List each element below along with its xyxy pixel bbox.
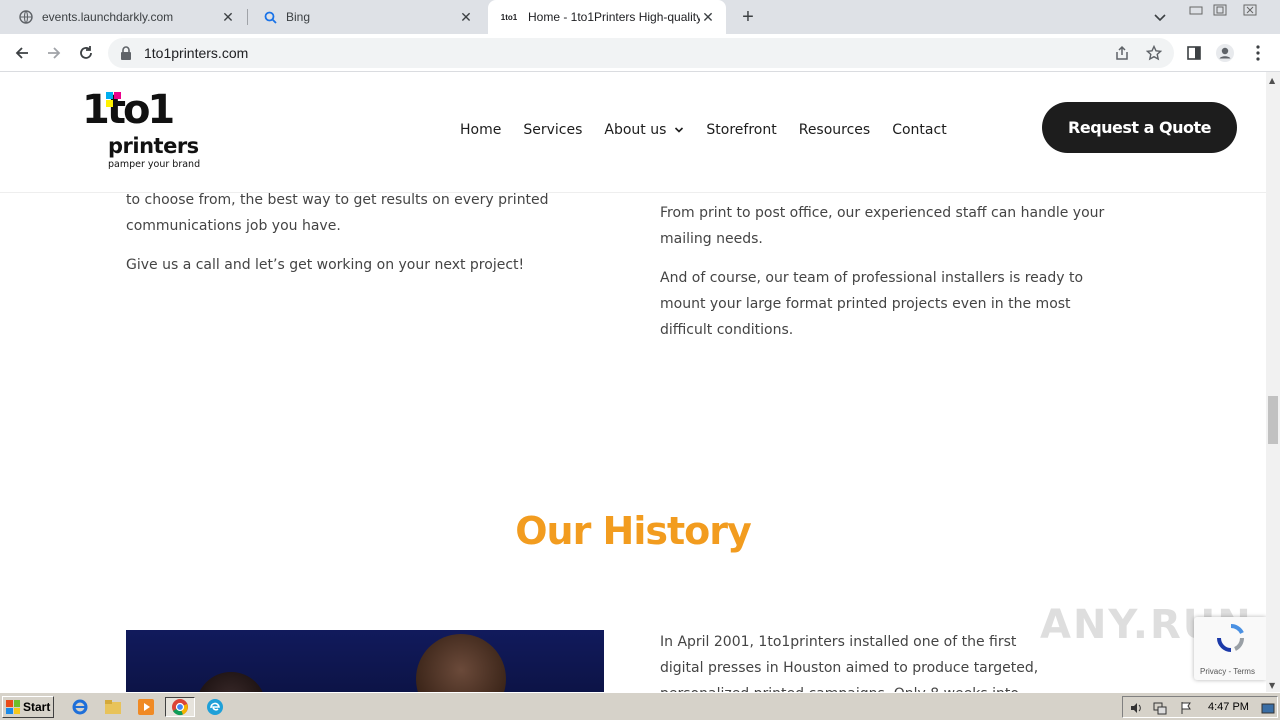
forward-arrow-icon[interactable] — [42, 41, 66, 65]
chrome-icon[interactable] — [165, 697, 195, 717]
edge-icon[interactable] — [204, 697, 226, 717]
browser-toolbar: 1to1printers.com — [0, 34, 1280, 72]
tab-launchdarkly[interactable]: events.launchdarkly.com ✕ — [8, 0, 246, 34]
logo-wordmark: printers — [108, 134, 199, 158]
tab-bing[interactable]: Bing ✕ — [252, 0, 484, 34]
network-icon[interactable] — [1153, 700, 1167, 715]
site-logo[interactable]: 1to1 printers pamper your brand — [82, 90, 202, 174]
left-paragraph-2: Give us a call and let’s get working on … — [126, 257, 525, 273]
tab-divider — [247, 9, 248, 25]
nav-resources[interactable]: Resources — [799, 122, 871, 138]
address-bar[interactable]: 1to1printers.com — [108, 38, 1174, 68]
main-navigation: Home Services About us Storefront Resour… — [460, 122, 969, 138]
history-photo — [126, 630, 604, 692]
recaptcha-links[interactable]: Privacy - Terms — [1200, 667, 1255, 676]
lock-icon[interactable] — [120, 45, 132, 64]
show-desktop-icon[interactable] — [1261, 700, 1275, 714]
logo-yellow-square — [106, 100, 113, 107]
nav-services[interactable]: Services — [523, 122, 582, 138]
right-paragraph-1: From print to post office, our experienc… — [660, 205, 1105, 247]
tab-title: Home - 1to1Printers High-quality Prin — [528, 10, 700, 24]
url-text: 1to1printers.com — [144, 45, 249, 61]
scroll-up-arrow-icon[interactable]: ▲ — [1269, 76, 1275, 85]
reload-icon[interactable] — [74, 41, 98, 65]
logo-mark: 1to1 — [82, 87, 175, 133]
close-icon[interactable]: ✕ — [220, 9, 236, 25]
side-panel-icon[interactable] — [1184, 43, 1204, 63]
chevron-down-icon — [674, 126, 684, 134]
nav-contact[interactable]: Contact — [892, 122, 946, 138]
nav-label: Services — [523, 122, 583, 138]
photo-person — [196, 672, 266, 692]
nav-storefront[interactable]: Storefront — [706, 122, 776, 138]
logo-cyan-square — [106, 92, 113, 99]
tab-title: events.launchdarkly.com — [42, 10, 174, 24]
profile-avatar-icon[interactable] — [1215, 43, 1235, 63]
our-history-heading: Our History — [515, 509, 752, 553]
nav-label: Home — [460, 122, 502, 138]
page-scrollbar[interactable]: ▲ ▼ — [1266, 72, 1280, 692]
restore-icon[interactable] — [1210, 2, 1230, 18]
globe-icon — [18, 9, 34, 25]
system-tray: 4:47 PM — [1122, 696, 1278, 718]
scroll-down-arrow-icon[interactable]: ▼ — [1269, 681, 1275, 690]
volume-icon[interactable] — [1129, 700, 1143, 714]
nav-label: Contact — [892, 122, 947, 138]
search-icon — [262, 9, 278, 25]
back-arrow-icon[interactable] — [10, 41, 34, 65]
site-favicon-icon: 1to1 — [500, 12, 518, 22]
tab-1to1printers[interactable]: 1to1 Home - 1to1Printers High-quality Pr… — [488, 0, 726, 34]
share-icon[interactable] — [1114, 45, 1130, 61]
left-paragraph-1: to choose from, the best way to get resu… — [126, 192, 549, 234]
close-icon[interactable]: ✕ — [700, 9, 716, 25]
site-header: 1to1 printers pamper your brand Home Ser… — [0, 72, 1266, 193]
nav-label: Resources — [798, 122, 871, 138]
request-quote-button[interactable]: Request a Quote — [1042, 102, 1237, 153]
history-paragraph: In April 2001, 1to1printers installed on… — [660, 634, 1039, 692]
right-paragraph-2: And of course, our team of professional … — [660, 270, 1084, 338]
nav-label: Storefront — [706, 122, 777, 138]
windows-logo-icon — [6, 700, 20, 714]
minimize-icon[interactable] — [1186, 2, 1206, 18]
page-viewport: 1to1 printers pamper your brand Home Ser… — [0, 72, 1266, 692]
menu-kebab-icon[interactable] — [1248, 43, 1268, 63]
new-tab-button[interactable]: + — [736, 5, 760, 29]
nav-about-us[interactable]: About us — [604, 122, 684, 138]
file-explorer-icon[interactable] — [102, 697, 124, 717]
nav-label: About us — [604, 122, 667, 138]
media-player-icon[interactable] — [135, 697, 157, 717]
start-button[interactable]: Start — [2, 696, 54, 718]
nav-home[interactable]: Home — [460, 122, 501, 138]
taskbar-clock[interactable]: 4:47 PM — [1208, 701, 1249, 713]
tab-strip: events.launchdarkly.com ✕ Bing ✕ 1to1 Ho… — [0, 0, 1280, 34]
tab-title: Bing — [286, 10, 311, 24]
action-center-flag-icon[interactable] — [1179, 700, 1193, 714]
start-label: Start — [23, 700, 51, 714]
photo-person — [416, 634, 506, 692]
window-close-icon[interactable] — [1240, 2, 1260, 18]
internet-explorer-icon[interactable] — [69, 697, 91, 717]
tab-search-chevron-icon[interactable] — [1152, 9, 1168, 25]
recaptcha-icon — [1217, 623, 1245, 652]
logo-tagline: pamper your brand — [108, 159, 201, 170]
logo-magenta-square — [114, 92, 121, 99]
windows-taskbar: Start 4:47 PM — [0, 692, 1280, 720]
recaptcha-badge[interactable]: Privacy - Terms — [1194, 617, 1266, 680]
bookmark-star-icon[interactable] — [1145, 44, 1163, 61]
close-icon[interactable]: ✕ — [458, 9, 474, 25]
scrollbar-thumb[interactable] — [1268, 396, 1278, 444]
